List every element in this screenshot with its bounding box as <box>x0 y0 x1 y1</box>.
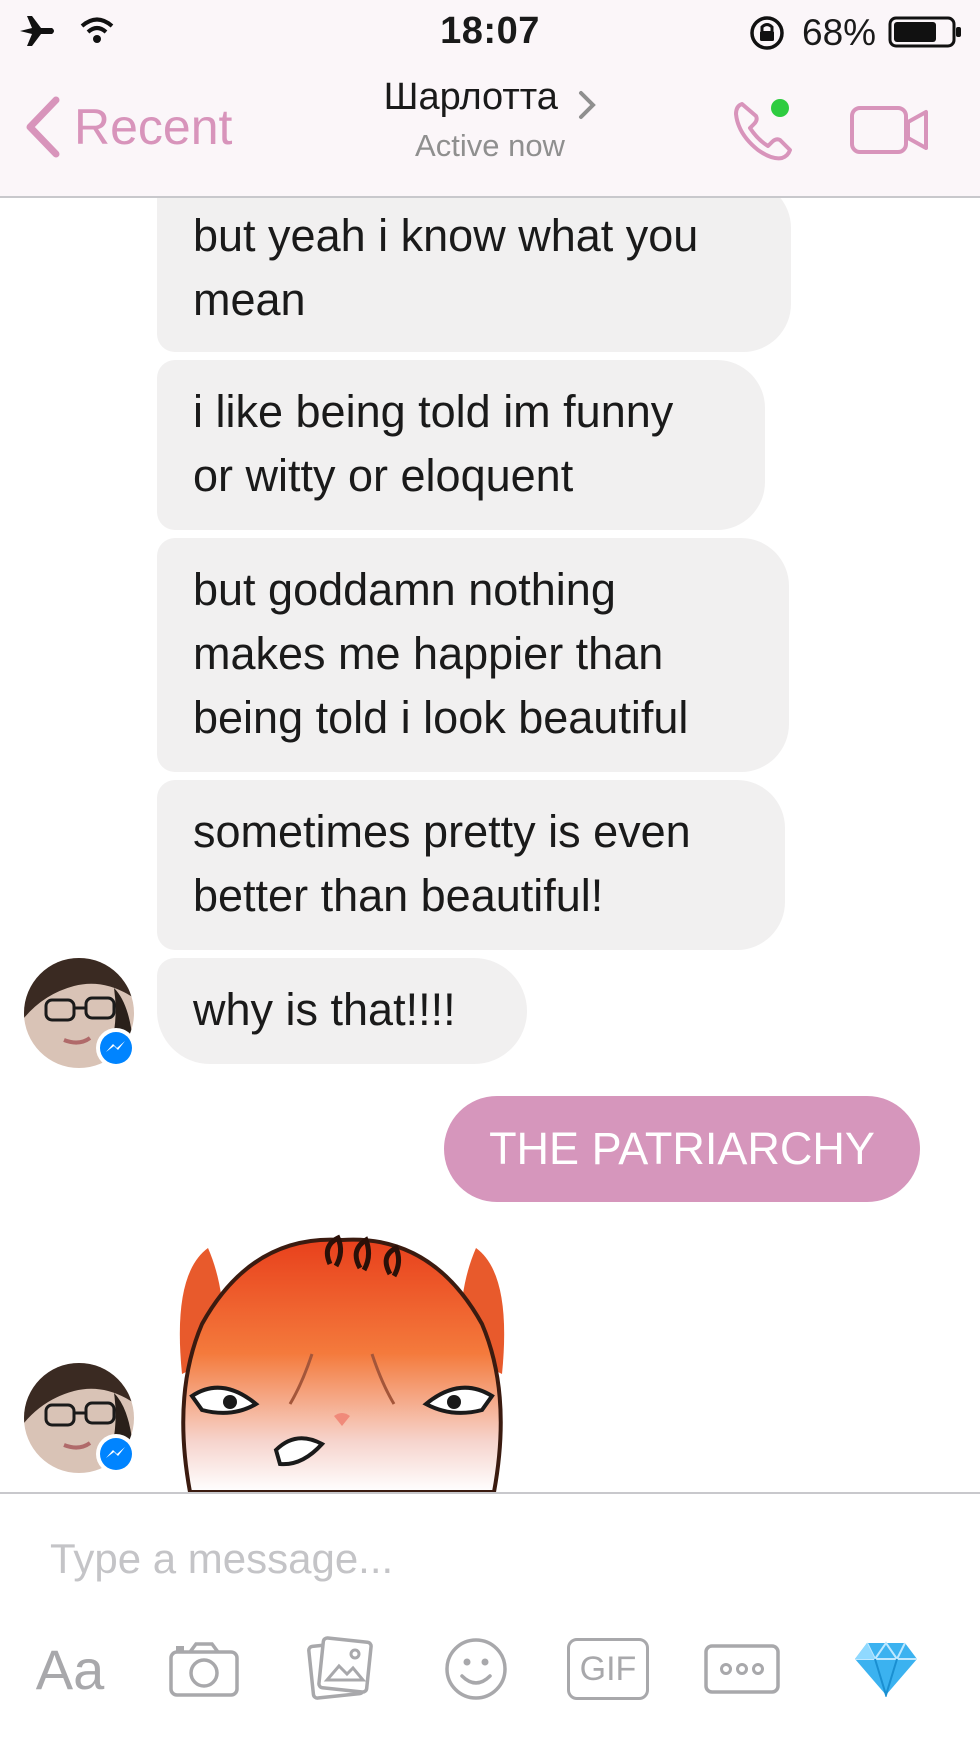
back-button[interactable]: Recent <box>24 92 232 162</box>
received-message[interactable]: but goddamn nothing makes me happier tha… <box>157 538 789 772</box>
angry-face-sticker[interactable] <box>172 1234 512 1492</box>
gif-label: GIF <box>566 1638 650 1700</box>
message-line: but yeah i know what you <box>193 210 699 261</box>
emoji-icon <box>445 1638 507 1700</box>
photo-button[interactable] <box>300 1624 380 1714</box>
video-icon[interactable] <box>850 102 930 158</box>
message-line: better than beautiful! <box>193 870 604 921</box>
conversation-header: Recent Шарлотта Active now <box>0 62 980 198</box>
message-line: being told i look beautiful <box>193 692 689 743</box>
message-composer: Aa GI <box>0 1492 980 1742</box>
photo-icon <box>307 1636 373 1700</box>
message-line: makes me happier than <box>193 628 664 679</box>
camera-button[interactable] <box>164 1624 244 1714</box>
text-style-button[interactable]: Aa <box>28 1624 112 1714</box>
gif-button[interactable]: GIF <box>566 1624 650 1714</box>
composer-toolbar: Aa GIF <box>0 1624 980 1714</box>
chevron-right-icon <box>579 90 597 119</box>
more-button[interactable] <box>700 1624 784 1714</box>
back-label: Recent <box>74 99 233 155</box>
message-line: or witty or eloquent <box>193 450 574 501</box>
camera-icon <box>169 1642 239 1697</box>
message-line: sometimes pretty is even <box>193 806 691 857</box>
back-chevron-icon <box>26 96 60 158</box>
diamond-button[interactable] <box>846 1624 926 1714</box>
emoji-button[interactable] <box>436 1624 516 1714</box>
message-line: why is that!!!! <box>193 984 456 1035</box>
received-message[interactable]: why is that!!!! <box>157 958 527 1064</box>
diamond-icon <box>855 1641 917 1697</box>
message-input[interactable] <box>50 1524 930 1594</box>
message-line: i like being told im funny <box>193 386 674 437</box>
received-message[interactable]: sometimes pretty is even better than bea… <box>157 780 785 950</box>
messenger-badge-icon <box>96 1434 136 1474</box>
received-message[interactable]: but yeah i know what you mean <box>157 198 791 352</box>
phone-icon[interactable] <box>728 94 800 166</box>
status-bar: 18:07 68% <box>0 0 980 62</box>
contact-status: Active now <box>415 127 565 163</box>
message-line: mean <box>193 274 306 325</box>
contact-header[interactable]: Шарлотта Active now <box>300 76 680 164</box>
message-line: but goddamn nothing <box>193 564 616 615</box>
received-message[interactable]: i like being told im funny or witty or e… <box>157 360 765 530</box>
battery-percent: 68% <box>802 12 877 53</box>
messenger-badge-icon <box>96 1028 136 1068</box>
message-line: THE PATRIARCHY <box>489 1123 875 1174</box>
sent-message[interactable]: THE PATRIARCHY <box>444 1096 920 1202</box>
rotation-lock-icon <box>750 16 784 50</box>
contact-name: Шарлотта <box>383 76 558 118</box>
message-thread[interactable]: but yeah i know what you mean i like bei… <box>0 198 980 1492</box>
battery-icon <box>888 16 961 48</box>
more-icon <box>704 1644 780 1694</box>
